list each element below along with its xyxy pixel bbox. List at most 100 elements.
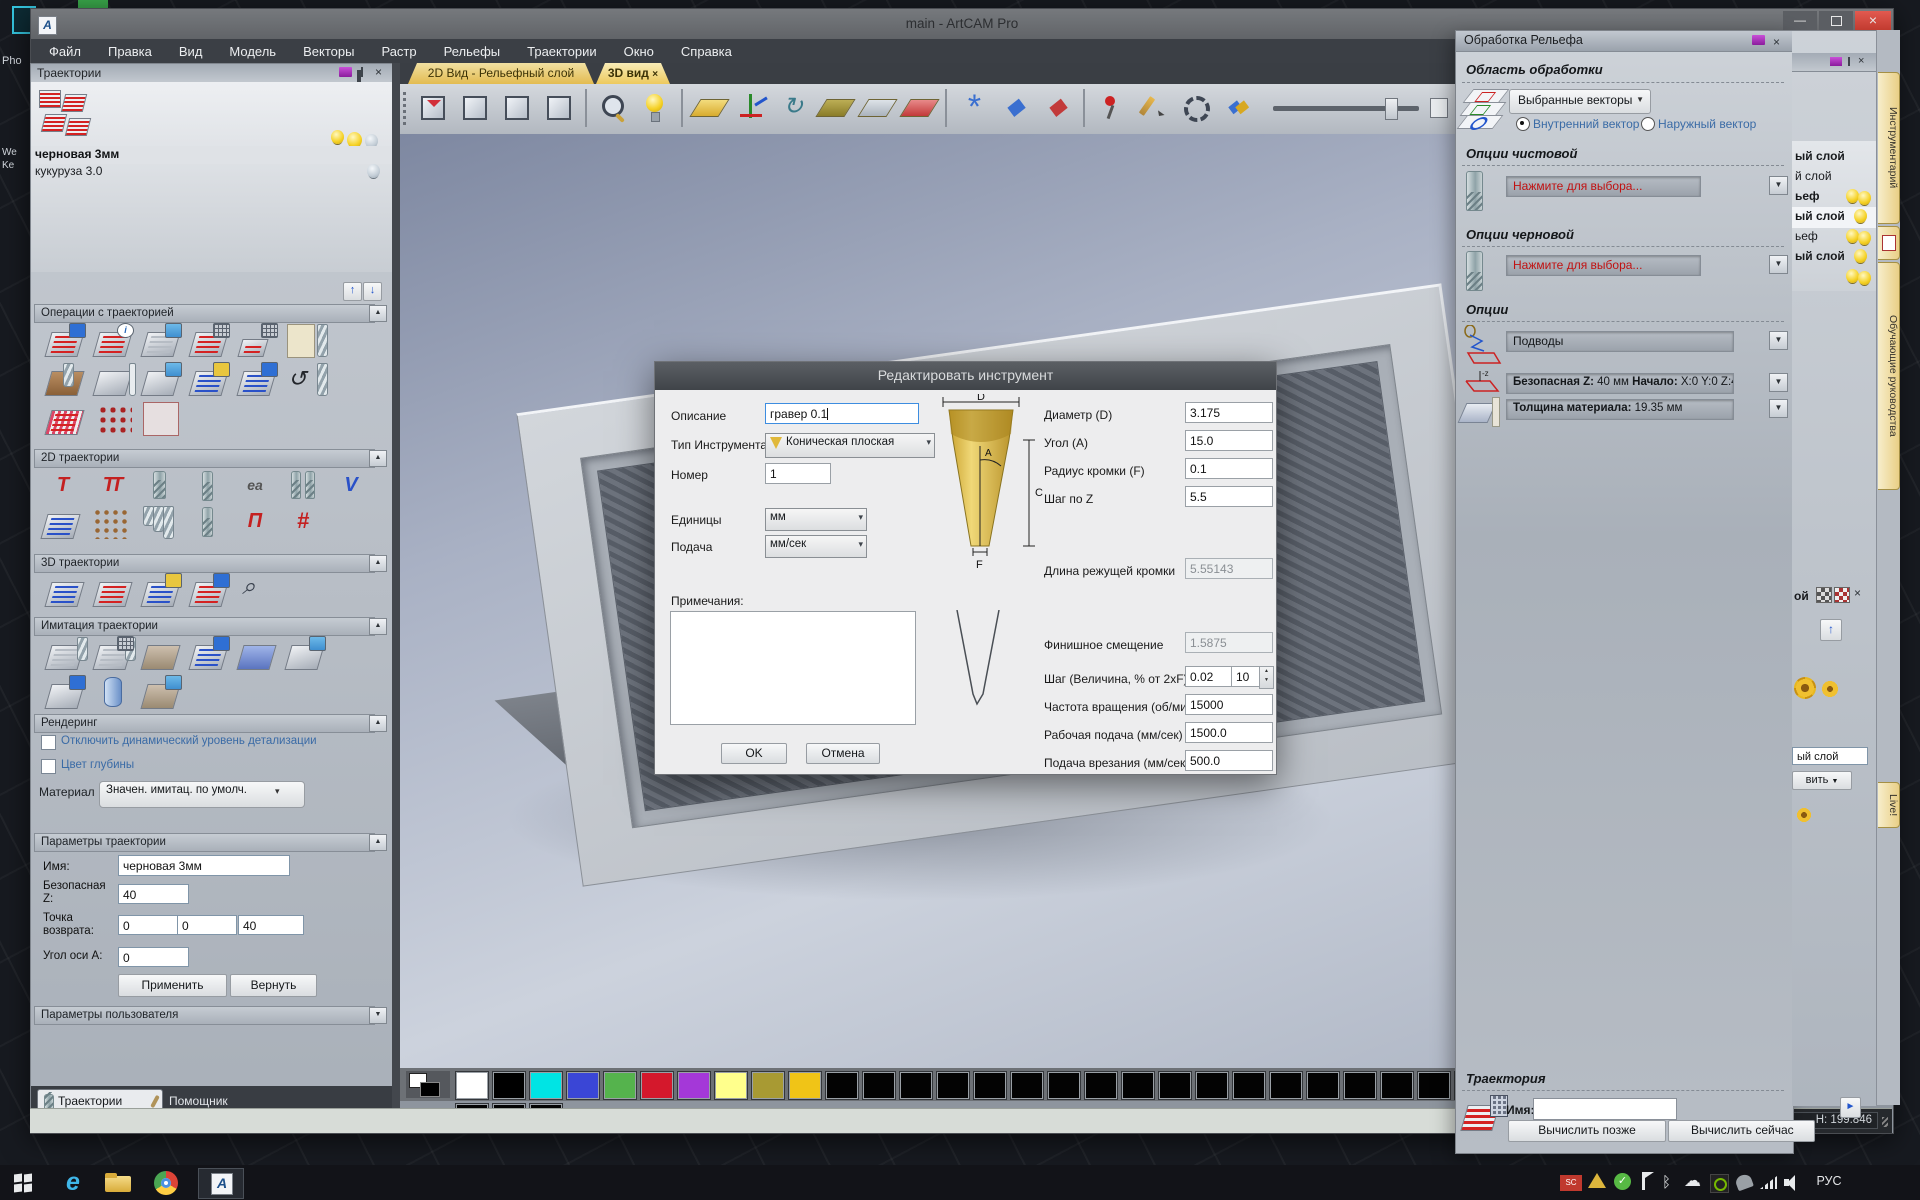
palette-swatch[interactable]: [751, 1071, 785, 1100]
tray-nvidia-icon[interactable]: [1710, 1174, 1729, 1193]
dropdown-icon[interactable]: ▼: [1769, 255, 1788, 274]
fragment-button[interactable]: вить ▼: [1792, 771, 1852, 790]
sim-save-icon[interactable]: [190, 636, 232, 673]
palette-swatch[interactable]: [1232, 1071, 1266, 1100]
book-icon[interactable]: [339, 67, 352, 77]
flower-icon[interactable]: [1794, 677, 1816, 699]
collapse-icon[interactable]: ▲: [369, 618, 387, 635]
stepdown-input[interactable]: 5.5: [1185, 486, 1273, 507]
zoom-slider-handle[interactable]: [1385, 98, 1398, 120]
calculate-later-button[interactable]: Вычислить позже: [1508, 1120, 1666, 1142]
collapse-icon[interactable]: ▲: [369, 450, 387, 467]
tool-database-icon[interactable]: [286, 323, 328, 360]
drill-toolpath-icon[interactable]: [187, 469, 227, 503]
palette-swatch[interactable]: [825, 1071, 859, 1100]
spin-up-icon[interactable]: ▲: [1264, 668, 1269, 674]
lightbulb-icon[interactable]: [1858, 271, 1871, 285]
feed-rate-input[interactable]: 1500.0: [1185, 722, 1273, 743]
iso-view-icon[interactable]: [414, 88, 452, 128]
tray-bluetooth-icon[interactable]: ᛒ: [1662, 1174, 1671, 1191]
fragment-input[interactable]: ый слой: [1792, 747, 1868, 765]
pin-red-icon[interactable]: [1092, 88, 1130, 128]
palette-swatch[interactable]: [1195, 1071, 1229, 1100]
palette-swatch[interactable]: [455, 1071, 489, 1100]
name-input[interactable]: черновая 3мм: [118, 855, 290, 876]
angle-input[interactable]: 15.0: [1185, 430, 1273, 451]
draw-plane-icon[interactable]: [690, 88, 728, 128]
tray-signal-icon[interactable]: [1760, 1176, 1777, 1189]
tray-cloud-icon[interactable]: ☁: [1684, 1171, 1701, 1191]
machine-area-select[interactable]: Выбранные векторы▼: [1509, 89, 1651, 114]
stepover-spinner[interactable]: ▲▼: [1259, 666, 1274, 689]
lightbulb-icon[interactable]: [1858, 191, 1871, 205]
section-user-params[interactable]: Параметры пользователя: [34, 1006, 375, 1025]
lod-checkbox[interactable]: [41, 735, 56, 750]
menu-item[interactable]: Растр: [381, 44, 416, 59]
apply-button[interactable]: Применить: [118, 974, 227, 997]
resize-grip[interactable]: [1882, 1117, 1888, 1127]
close-icon[interactable]: ×: [375, 65, 382, 79]
stepover-input[interactable]: 0.02: [1185, 666, 1233, 687]
grid-plane-icon[interactable]: [858, 88, 896, 128]
spin-down-icon[interactable]: ▼: [1264, 677, 1269, 683]
safez-input[interactable]: 40: [118, 884, 189, 904]
tab-live[interactable]: Live!: [1878, 782, 1900, 828]
palette-swatch[interactable]: [640, 1071, 674, 1100]
rough-tool-select[interactable]: Нажмите для выбора...: [1506, 255, 1701, 276]
a-axis-input[interactable]: 0: [118, 947, 189, 967]
palette-swatch[interactable]: [1121, 1071, 1155, 1100]
calculate-toolpath-icon[interactable]: [190, 323, 232, 360]
rough-3d-icon[interactable]: [46, 573, 88, 610]
dropdown-icon[interactable]: ▼: [1769, 331, 1788, 350]
menu-item[interactable]: Окно: [624, 44, 654, 59]
move-up-button[interactable]: ↑: [1820, 619, 1842, 641]
palette-swatch[interactable]: [492, 1071, 526, 1100]
palette-swatch[interactable]: [899, 1071, 933, 1100]
diamond-red-icon[interactable]: ◆: [1038, 88, 1076, 128]
panel-splitter[interactable]: [392, 63, 400, 1113]
machining-preview-icon[interactable]: [142, 401, 184, 438]
tab-3d-view[interactable]: 3D вид ×: [596, 63, 670, 84]
tool-type-select[interactable]: Коническая плоская▾: [765, 433, 935, 458]
vcarve-toolpath-icon[interactable]: [139, 469, 179, 503]
inspect-toolpath-icon[interactable]: ⌕: [238, 573, 280, 610]
artcam-taskbar-icon[interactable]: A: [198, 1168, 244, 1199]
front-view-icon[interactable]: [456, 88, 494, 128]
menu-item[interactable]: Рельефы: [444, 44, 501, 59]
outer-vector-radio[interactable]: [1641, 117, 1655, 131]
explorer-taskbar-icon[interactable]: [102, 1168, 136, 1197]
sim-blue-icon[interactable]: [238, 636, 280, 673]
description-input[interactable]: гравер 0.1: [765, 403, 919, 424]
section-rendering[interactable]: Рендеринг: [34, 714, 375, 733]
sim-tool-icon[interactable]: [94, 675, 136, 712]
snowflake-icon[interactable]: *: [954, 88, 992, 128]
palette-swatch[interactable]: [1158, 1071, 1192, 1100]
section-3d-toolpaths[interactable]: 3D траектории: [34, 554, 375, 573]
drill-pattern-icon[interactable]: [94, 401, 136, 438]
palette-swatch[interactable]: [1269, 1071, 1303, 1100]
sim-export-icon[interactable]: [46, 675, 88, 712]
palette-swatch[interactable]: [1084, 1071, 1118, 1100]
toolpath-name-input[interactable]: [1533, 1098, 1677, 1120]
lightbulb-icon[interactable]: [367, 164, 380, 178]
raster-toolpath-icon[interactable]: [42, 505, 84, 542]
menu-item[interactable]: Справка: [681, 44, 732, 59]
close-icon[interactable]: ×: [1858, 55, 1864, 67]
tray-check-icon[interactable]: ✓: [1614, 1173, 1631, 1190]
palette-swatch[interactable]: [788, 1071, 822, 1100]
simulate-all-icon[interactable]: [94, 636, 136, 673]
profile-toolpath-icon[interactable]: Т: [43, 469, 83, 503]
language-indicator[interactable]: РУС: [1812, 1174, 1846, 1188]
cancel-button[interactable]: Отмена: [806, 743, 880, 764]
finish-tool-select[interactable]: Нажмите для выбора...: [1506, 176, 1701, 197]
units-select[interactable]: мм▾: [765, 508, 867, 531]
return-z-input[interactable]: 40: [238, 915, 304, 935]
feed-units-select[interactable]: мм/сек▾: [765, 535, 867, 558]
toolbar-handle[interactable]: [403, 92, 406, 126]
setup-material-icon[interactable]: [94, 362, 136, 399]
lightbulb-icon[interactable]: [1846, 189, 1859, 203]
gear-icon[interactable]: [1176, 88, 1214, 128]
checker-red-icon[interactable]: [1834, 587, 1850, 603]
side-view-icon[interactable]: [498, 88, 536, 128]
minimize-button[interactable]: —: [1783, 11, 1817, 31]
